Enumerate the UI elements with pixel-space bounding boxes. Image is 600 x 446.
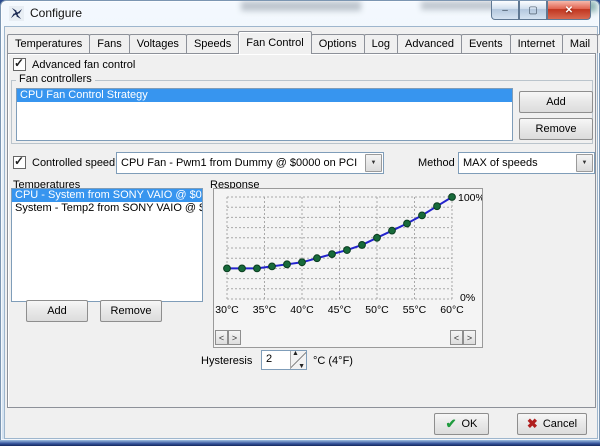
ok-check-icon: ✔: [446, 416, 457, 432]
background-window-strip: [0, 440, 600, 446]
scroll-right-button[interactable]: >: [463, 330, 476, 345]
scroll-left-button[interactable]: <: [215, 330, 228, 345]
glass-reflection: [241, 1, 361, 11]
advanced-fan-control-checkbox[interactable]: ✓: [13, 58, 26, 71]
controlled-speed-combobox[interactable]: CPU Fan - Pwm1 from Dummy @ $0000 on PCI…: [116, 152, 384, 174]
dialog-body: TemperaturesFansVoltagesSpeedsFan Contro…: [4, 26, 598, 439]
advanced-fan-control-row: ✓ Advanced fan control: [13, 58, 135, 71]
svg-text:30°C: 30°C: [215, 304, 239, 316]
scroll-left-button[interactable]: <: [450, 330, 463, 345]
x-max-scroll: < >: [450, 330, 476, 345]
configure-dialog: Configure – ▢ ✕ TemperaturesFansVoltages…: [0, 0, 600, 441]
dropdown-button[interactable]: ▼: [576, 154, 593, 172]
title-bar[interactable]: Configure – ▢ ✕: [1, 1, 599, 26]
temperature-add-button[interactable]: Add: [26, 300, 88, 322]
tab[interactable]: Log: [364, 34, 398, 53]
minimize-button[interactable]: –: [491, 1, 519, 20]
tab[interactable]: Fan Control: [238, 31, 311, 54]
hysteresis-unit: °C (4°F): [313, 355, 353, 367]
tab[interactable]: Voltages: [129, 34, 187, 53]
check-icon: ✓: [14, 56, 24, 70]
tab-page-fan-control: ✓ Advanced fan control Fan controllers C…: [7, 53, 596, 408]
hysteresis-label: Hysteresis: [201, 355, 252, 367]
ok-button[interactable]: ✔ OK: [434, 413, 489, 435]
svg-text:0%: 0%: [460, 292, 475, 304]
controlled-speed-row: ✓ Controlled speed: [13, 156, 115, 169]
controlled-speed-label: Controlled speed: [32, 157, 115, 169]
x-min-scroll: < >: [215, 330, 241, 345]
temperatures-list[interactable]: CPU - System from SONY VAIO @ $000System…: [11, 188, 203, 302]
tab[interactable]: Mail: [562, 34, 598, 53]
hysteresis-spinedit[interactable]: 2 ▲ ▼: [261, 350, 307, 370]
screenshot-root: Configure – ▢ ✕ TemperaturesFansVoltages…: [0, 0, 600, 446]
tab[interactable]: Options: [311, 34, 365, 53]
maximize-button[interactable]: ▢: [519, 1, 547, 20]
cancel-button-label: Cancel: [543, 418, 577, 430]
method-value: MAX of speeds: [459, 157, 576, 169]
glass-reflection: [421, 1, 501, 10]
fan-icon: [9, 6, 24, 21]
tab[interactable]: Internet: [510, 34, 563, 53]
ok-button-label: OK: [462, 418, 478, 430]
tab[interactable]: Speeds: [186, 34, 239, 53]
add-button-label: Add: [546, 96, 566, 108]
maximize-icon: ▢: [528, 5, 537, 16]
scroll-right-button[interactable]: >: [228, 330, 241, 345]
advanced-fan-control-label: Advanced fan control: [32, 59, 135, 71]
temperature-remove-button[interactable]: Remove: [100, 300, 162, 322]
arrow-right-icon: >: [467, 333, 472, 343]
fan-controller-remove-button[interactable]: Remove: [519, 118, 593, 140]
response-chart[interactable]: 30°C 35°C 40°C 45°C 50°C 55°C 60°C 100% 0%: [214, 191, 482, 325]
cancel-x-icon: ✖: [527, 416, 538, 432]
check-icon: ✓: [14, 154, 24, 168]
fan-controller-item[interactable]: CPU Fan Control Strategy: [17, 89, 512, 102]
fan-controller-add-button[interactable]: Add: [519, 91, 593, 113]
response-panel: 30°C 35°C 40°C 45°C 50°C 55°C 60°C 100% 0% < > <…: [213, 188, 483, 348]
close-icon: ✕: [565, 5, 573, 16]
svg-text:35°C: 35°C: [253, 304, 277, 316]
remove-button-label: Remove: [536, 123, 577, 135]
svg-text:40°C: 40°C: [290, 304, 314, 316]
add-button-label: Add: [47, 305, 67, 317]
window-controls: – ▢ ✕: [491, 1, 591, 20]
fan-controllers-list[interactable]: CPU Fan Control Strategy: [16, 88, 513, 141]
svg-text:55°C: 55°C: [403, 304, 427, 316]
controlled-speed-value: CPU Fan - Pwm1 from Dummy @ $0000 on PCI: [117, 157, 365, 169]
tab[interactable]: Events: [461, 34, 511, 53]
spin-up-icon: ▲: [292, 350, 299, 357]
window-title: Configure: [30, 6, 82, 20]
close-button[interactable]: ✕: [547, 1, 591, 20]
arrow-left-icon: <: [454, 333, 459, 343]
minimize-icon: –: [502, 5, 508, 16]
temperature-item[interactable]: System - Temp2 from SONY VAIO @ $00: [12, 202, 202, 215]
remove-button-label: Remove: [111, 305, 152, 317]
fan-controllers-caption: Fan controllers: [16, 73, 95, 85]
chevron-down-icon: ▼: [582, 160, 588, 166]
hysteresis-spinner[interactable]: ▲ ▼: [290, 351, 306, 369]
tab[interactable]: Temperatures: [7, 34, 90, 53]
dropdown-button[interactable]: ▼: [365, 154, 382, 172]
svg-text:100%: 100%: [458, 192, 482, 204]
temperature-item[interactable]: CPU - System from SONY VAIO @ $000: [12, 189, 202, 202]
svg-text:50°C: 50°C: [365, 304, 389, 316]
tab[interactable]: Advanced: [397, 34, 462, 53]
svg-text:45°C: 45°C: [328, 304, 352, 316]
arrow-left-icon: <: [219, 333, 224, 343]
chevron-down-icon: ▼: [371, 160, 377, 166]
tab[interactable]: Fans: [89, 34, 129, 53]
method-combobox[interactable]: MAX of speeds ▼: [458, 152, 595, 174]
cancel-button[interactable]: ✖ Cancel: [517, 413, 587, 435]
controlled-speed-checkbox[interactable]: ✓: [13, 156, 26, 169]
tab-bar: TemperaturesFansVoltagesSpeedsFan Contro…: [7, 30, 595, 53]
hysteresis-value[interactable]: 2: [262, 351, 290, 369]
svg-text:60°C: 60°C: [440, 304, 464, 316]
method-label: Method: [418, 157, 455, 169]
spin-down-icon: ▼: [298, 363, 305, 370]
arrow-right-icon: >: [232, 333, 237, 343]
